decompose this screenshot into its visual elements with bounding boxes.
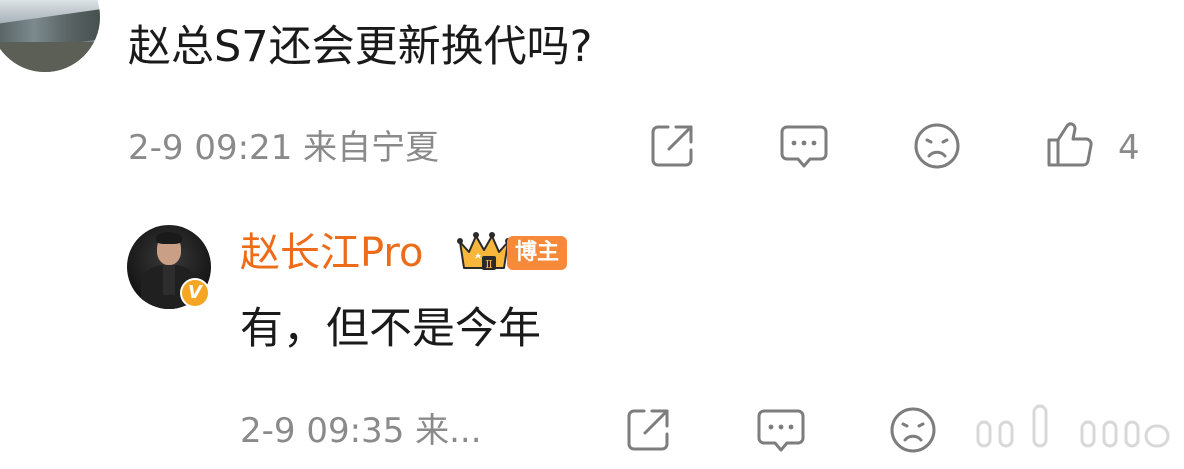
share-icon[interactable] (646, 120, 698, 172)
blogger-badge: 博主 (507, 236, 568, 270)
reply-meta: 2-9 09:35 来... (240, 411, 482, 451)
share-icon[interactable] (622, 404, 674, 456)
reply-text: 有，但不是今年 (240, 304, 541, 354)
like-icon[interactable] (1044, 118, 1096, 170)
verified-badge-icon: V (180, 278, 210, 308)
dislike-icon[interactable] (887, 404, 939, 456)
comment-meta: 2-9 09:21 来自宁夏 (128, 128, 440, 168)
watermark-logo (970, 404, 1180, 448)
comment-icon[interactable] (755, 405, 807, 457)
svg-text:Ⅱ: Ⅱ (485, 258, 492, 271)
dislike-icon[interactable] (911, 120, 963, 172)
reply-username[interactable]: 赵长江Pro (240, 225, 423, 281)
crown-icon: Ⅱ (456, 228, 512, 274)
comment-icon[interactable] (778, 121, 830, 173)
comment-text: 赵总S7还会更新换代吗? (128, 22, 593, 72)
commenter-avatar[interactable] (0, 0, 100, 72)
like-count: 4 (1118, 128, 1140, 168)
